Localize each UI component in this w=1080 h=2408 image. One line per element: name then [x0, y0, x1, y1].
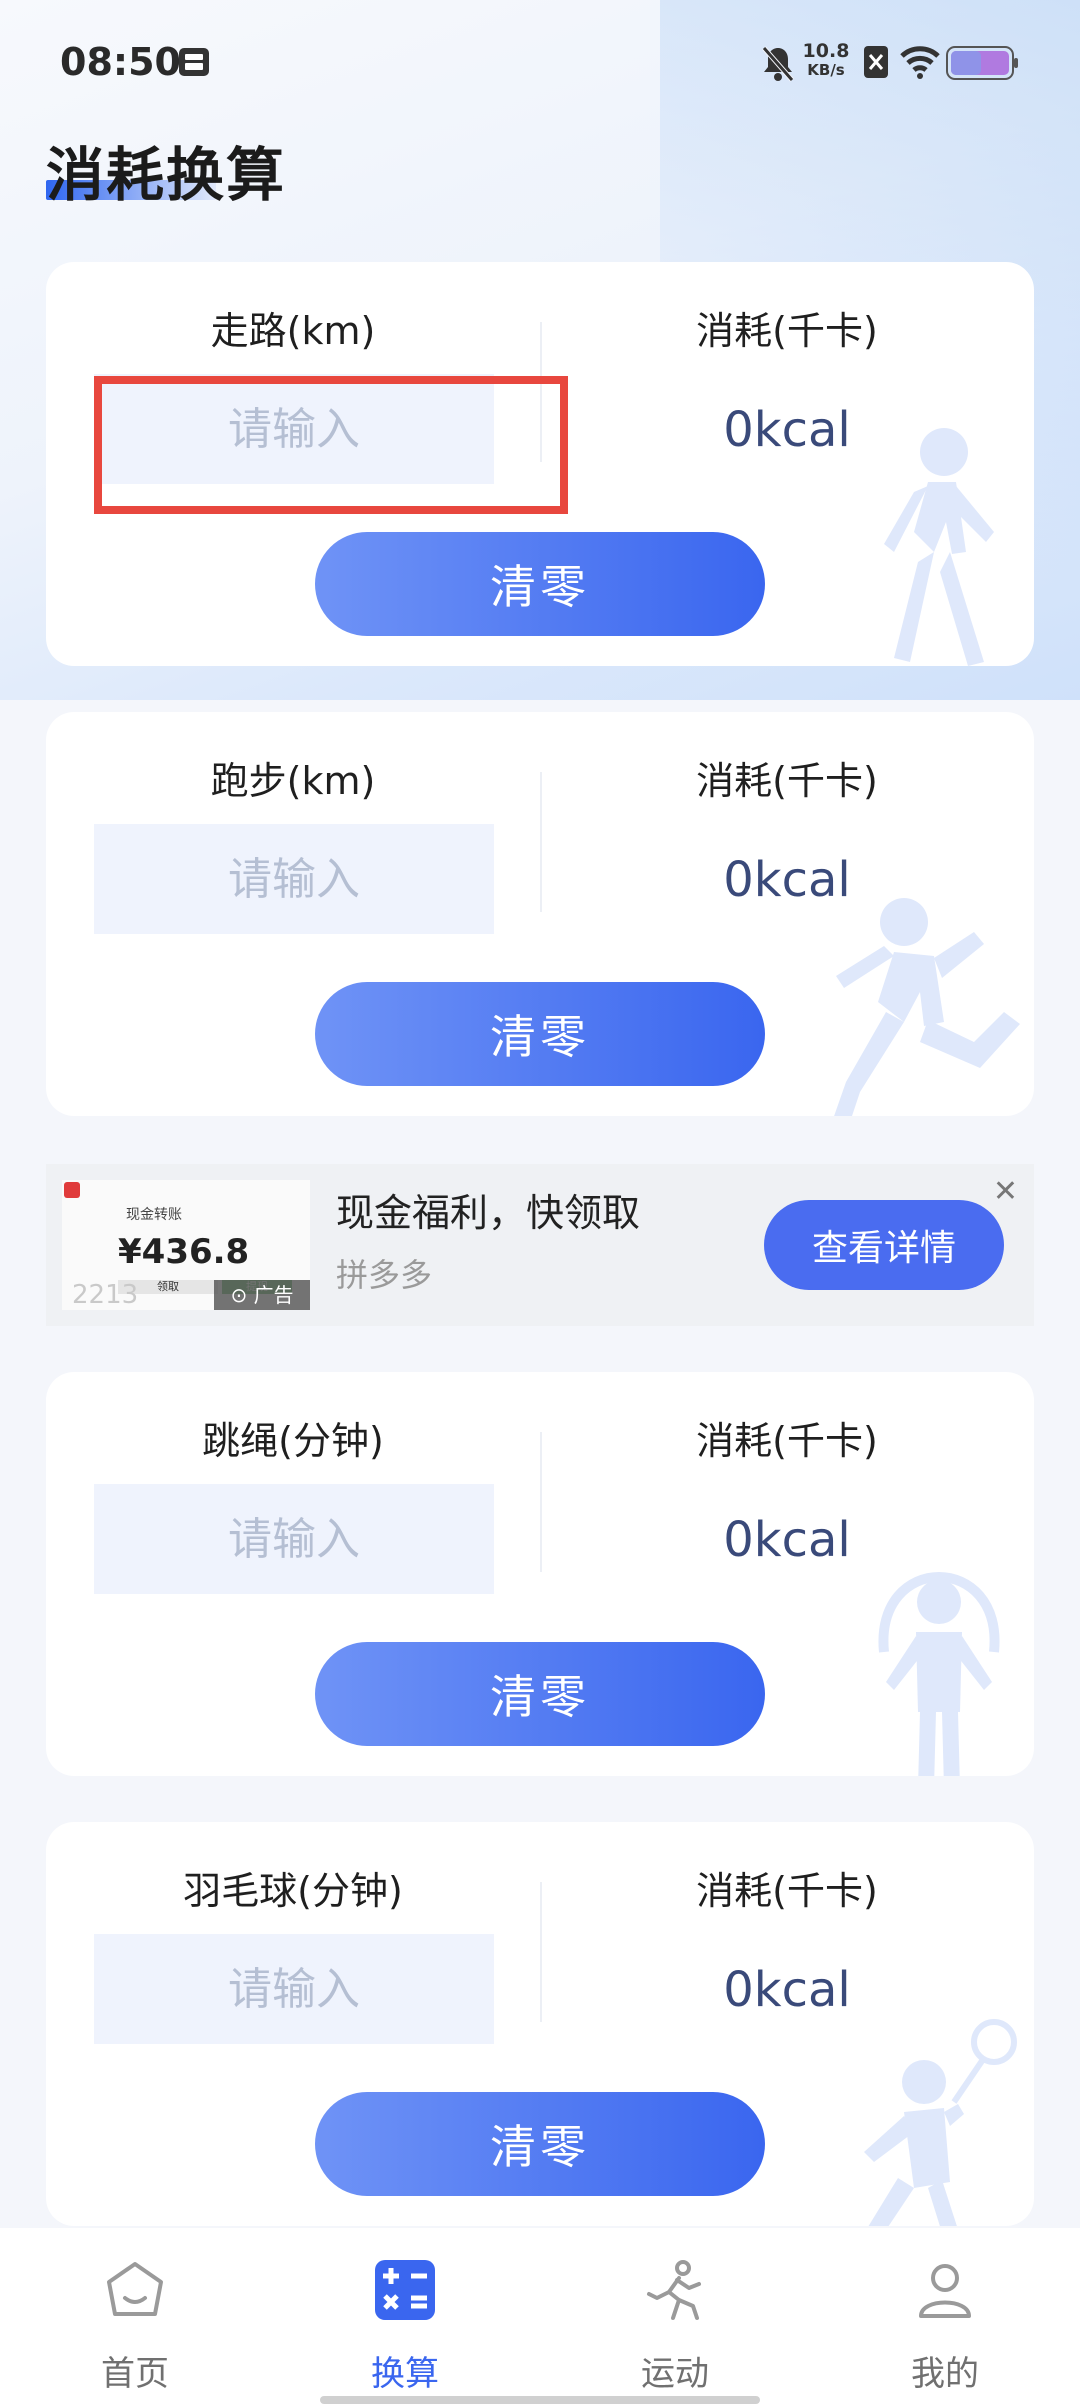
ad-badge-label: 广告	[253, 1283, 294, 1307]
badminton-result-label: 消耗(千卡)	[696, 1869, 878, 1913]
tab-sport[interactable]: 运动	[540, 2228, 810, 2408]
running-label: 跑步(km)	[210, 759, 376, 803]
walking-person-icon	[884, 428, 994, 666]
ad-source: 拼多多	[336, 1256, 433, 1294]
tab-profile[interactable]: 我的	[810, 2228, 1080, 2408]
tab-home[interactable]: 首页	[0, 2228, 270, 2408]
network-speed: 10.8 KB/s	[802, 42, 850, 80]
ad-thumbnail[interactable]: 现金转账 ¥436.8 领取 提现 2213 ⊙ 广告	[62, 1180, 310, 1310]
notification-icon	[179, 48, 209, 76]
jump-rope-clear-button[interactable]: 清零	[315, 1642, 765, 1746]
ad-thumb-header: 现金转账	[126, 1207, 182, 1223]
badminton-person-icon	[864, 2019, 1017, 2226]
tab-home-label: 首页	[101, 2354, 169, 2394]
running-clear-button[interactable]: 清零	[315, 982, 765, 1086]
status-bar: 08:50 10.8 KB/s	[0, 0, 1080, 128]
jump-rope-person-icon	[878, 1572, 1000, 1776]
ad-thumb-amount: ¥436.8	[118, 1232, 250, 1272]
badminton-clear-button[interactable]: 清零	[315, 2092, 765, 2196]
running-distance-input[interactable]	[94, 824, 494, 934]
battery-icon	[946, 46, 1018, 80]
ad-thumb-number: 2213	[72, 1280, 139, 1310]
badminton-card: 羽毛球(分钟) 消耗(千卡) 0kcal 清零	[46, 1822, 1034, 2226]
walking-result-label: 消耗(千卡)	[696, 309, 878, 353]
ad-banner[interactable]: 现金转账 ¥436.8 领取 提现 2213 ⊙ 广告 现金福利，快领取 拼多多…	[46, 1164, 1034, 1326]
tab-convert[interactable]: 换算	[270, 2228, 540, 2408]
input-highlight-box	[94, 376, 568, 514]
running-result-label: 消耗(千卡)	[696, 759, 878, 803]
walking-label: 走路(km)	[210, 309, 376, 353]
calculator-icon	[375, 2260, 435, 2320]
tab-convert-label: 换算	[371, 2354, 439, 2394]
ad-logo-icon	[64, 1182, 80, 1198]
tab-profile-label: 我的	[911, 2354, 979, 2394]
ad-title: 现金福利，快领取	[336, 1191, 641, 1235]
ad-badge: ⊙ 广告	[214, 1280, 310, 1310]
jump-rope-result-label: 消耗(千卡)	[696, 1419, 878, 1463]
running-icon	[647, 2260, 701, 2320]
badminton-label: 羽毛球(分钟)	[183, 1869, 403, 1913]
jump-rope-label: 跳绳(分钟)	[202, 1419, 384, 1463]
running-card: 跑步(km) 消耗(千卡) 0kcal 清零	[46, 712, 1034, 1116]
ad-close-icon[interactable]: ✕	[993, 1174, 1018, 1209]
ad-details-button[interactable]: 查看详情	[764, 1200, 1004, 1290]
mute-bell-icon	[762, 46, 794, 82]
sim-off-icon	[864, 46, 888, 78]
jump-rope-minutes-input[interactable]	[94, 1484, 494, 1594]
network-speed-value: 10.8	[802, 40, 850, 62]
jump-rope-card: 跳绳(分钟) 消耗(千卡) 0kcal 清零	[46, 1372, 1034, 1776]
wifi-icon	[900, 46, 940, 79]
page-title-wrap: 消耗换算	[46, 128, 286, 212]
running-person-icon	[834, 898, 1020, 1116]
status-time: 08:50	[60, 40, 181, 84]
badminton-minutes-input[interactable]	[94, 1934, 494, 2044]
page-title: 消耗换算	[46, 141, 287, 209]
tab-sport-label: 运动	[641, 2354, 709, 2394]
network-speed-unit: KB/s	[807, 61, 845, 79]
walking-clear-button[interactable]: 清零	[315, 532, 765, 636]
ad-mark-icon: ⊙	[230, 1283, 254, 1307]
home-icon	[107, 2262, 163, 2316]
bottom-tab-bar: 首页 换算 运动 我的	[0, 2228, 1080, 2408]
home-indicator[interactable]	[320, 2396, 760, 2404]
user-icon	[919, 2264, 971, 2318]
